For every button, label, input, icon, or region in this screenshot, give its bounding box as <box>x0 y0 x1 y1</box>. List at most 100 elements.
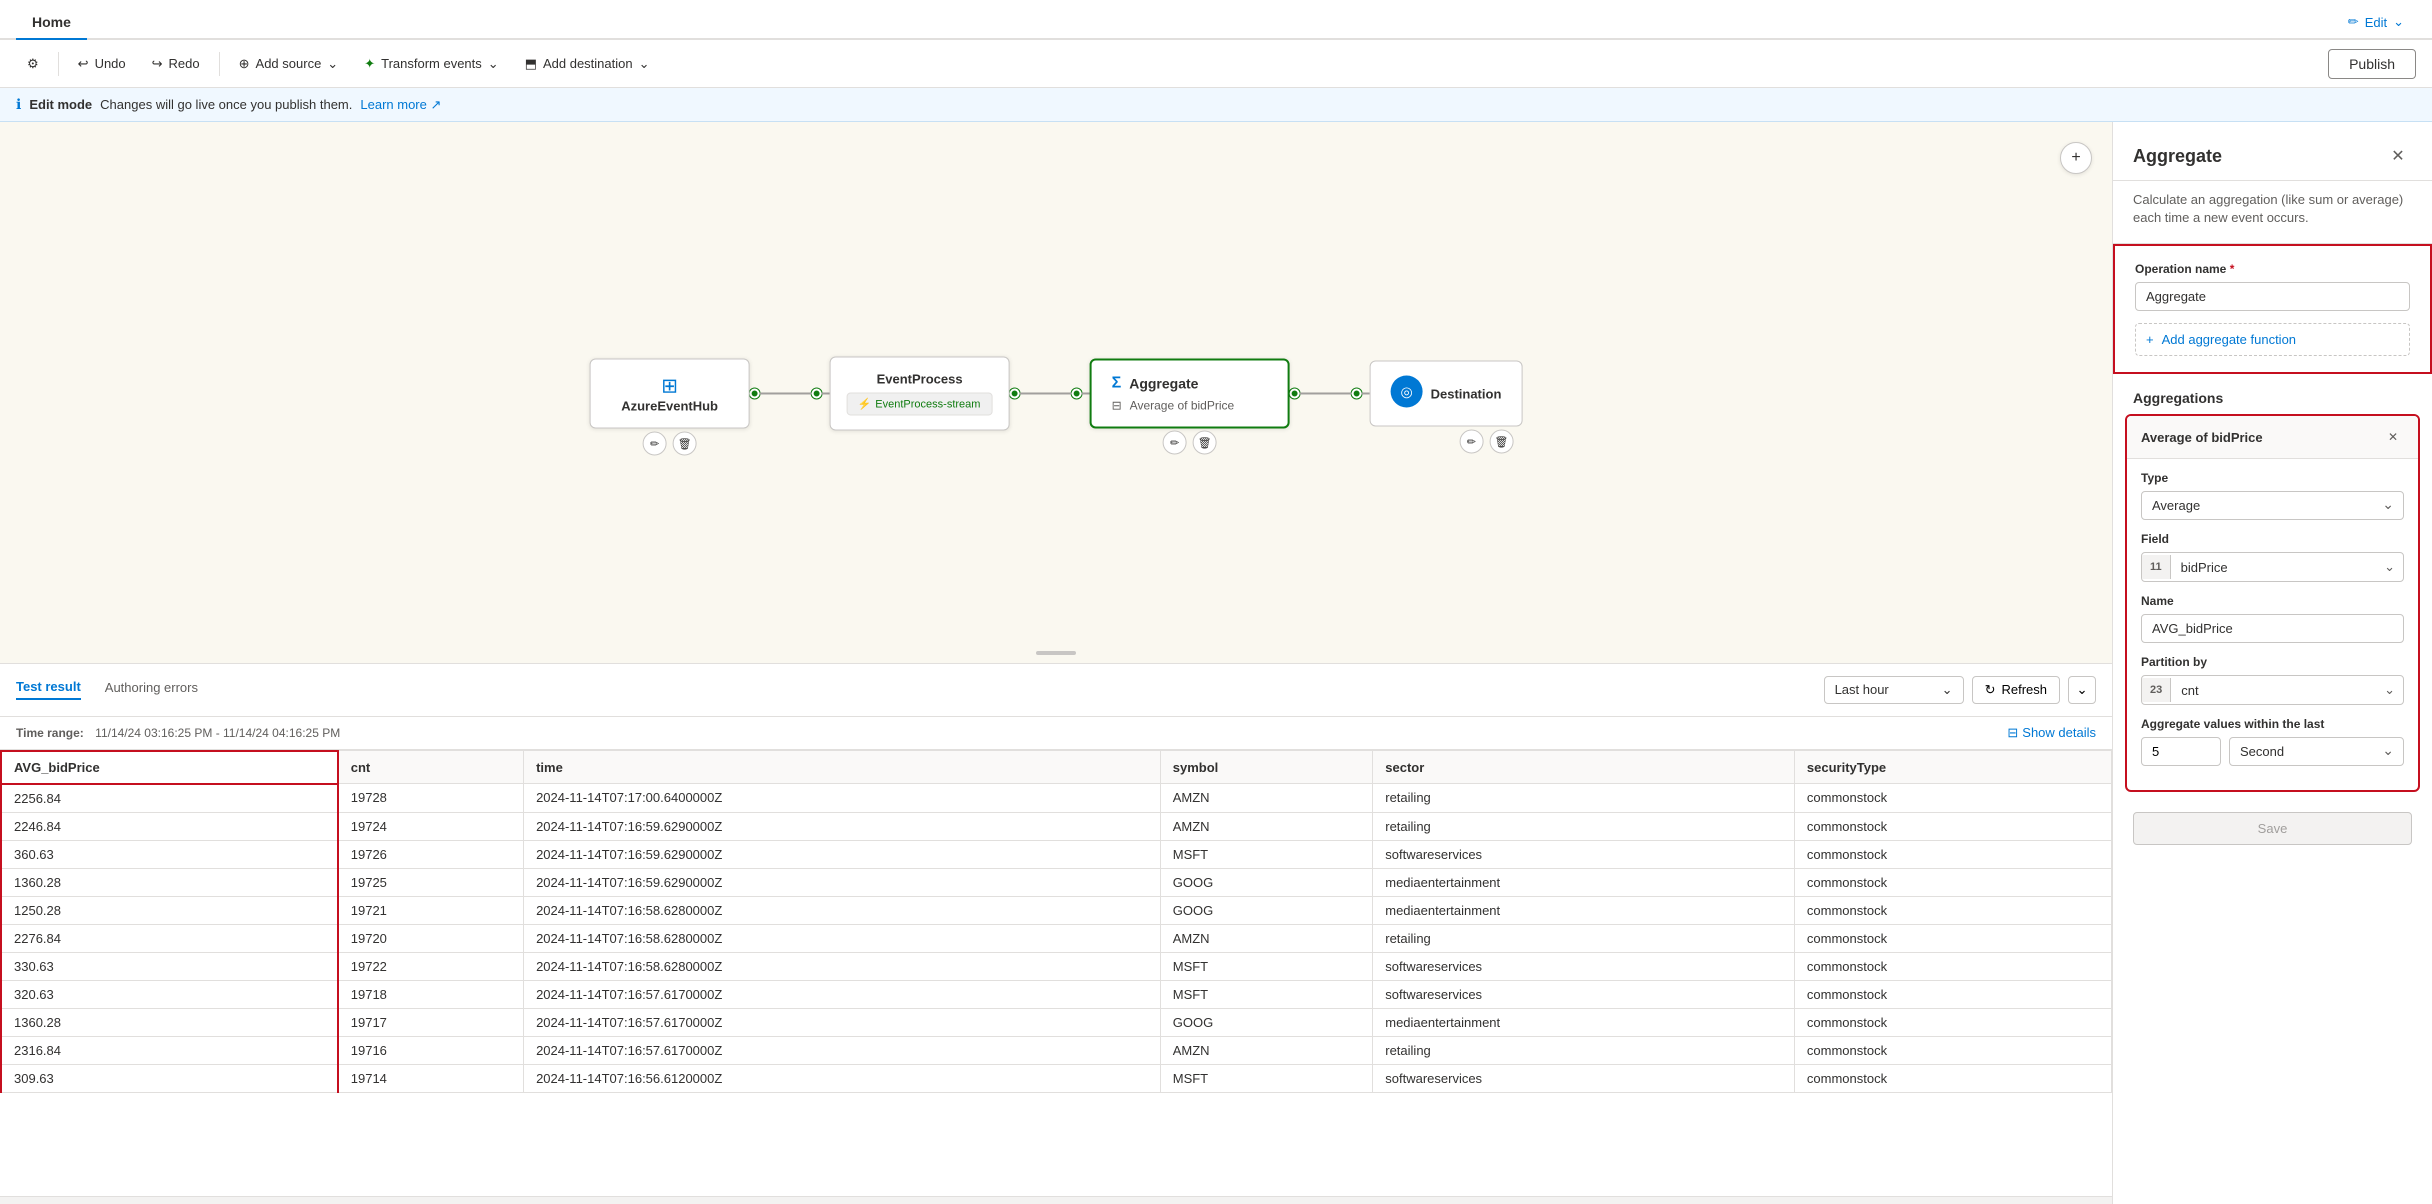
type-group: Type Average Sum Count Min Max <box>2141 471 2404 520</box>
expand-icon: ⌄ <box>2076 682 2087 698</box>
name-input[interactable] <box>2141 614 2404 643</box>
time-range-bar: Time range: 11/14/24 03:16:25 PM - 11/14… <box>0 717 2112 750</box>
show-details-button[interactable]: ⊟ Show details <box>2007 725 2096 741</box>
time-range-select[interactable]: Last hour ⌄ <box>1824 676 1964 704</box>
edit-icon: ✏ <box>2348 14 2359 30</box>
undo-button[interactable]: ↩ Undo <box>67 49 137 79</box>
azure-event-hub-actions: ✏ 🗑 <box>643 432 697 456</box>
connector-dot-1 <box>750 389 760 399</box>
pipeline-canvas[interactable]: ⊞ AzureEventHub ✏ 🗑 EventProcess <box>0 122 2112 663</box>
panel-close-button[interactable]: ✕ <box>2384 142 2412 170</box>
refresh-button[interactable]: ↻ Refresh <box>1972 676 2060 704</box>
refresh-icon: ↻ <box>1985 682 1996 698</box>
transform-events-button[interactable]: ✦ Transform events ⌄ <box>353 49 509 79</box>
time-range-value: 11/14/24 03:16:25 PM - 11/14/24 04:16:25… <box>95 726 340 740</box>
table-row: 2276.84197202024-11-14T07:16:58.6280000Z… <box>1 924 2112 952</box>
connector-line-2 <box>1020 393 1072 395</box>
delete-node-btn[interactable]: 🗑 <box>673 432 697 456</box>
tab-test-result[interactable]: Test result <box>16 679 81 700</box>
transform-chevron-icon: ⌄ <box>488 56 499 72</box>
separator-1 <box>58 52 59 76</box>
agg-card-body: Type Average Sum Count Min Max Field <box>2127 459 2418 790</box>
edit-dest-btn[interactable]: ✏ <box>1459 430 1483 454</box>
event-process-stream-badge: ⚡ EventProcess-stream <box>847 393 993 416</box>
field-input[interactable]: 11 bidPrice ⌄ <box>2141 552 2404 582</box>
type-select[interactable]: Average Sum Count Min Max <box>2141 491 2404 520</box>
within-inputs: Second Minute Hour <box>2141 737 2404 766</box>
node-destination[interactable]: ◎ Destination ✏ 🗑 <box>1370 361 1523 427</box>
publish-button[interactable]: Publish <box>2328 49 2416 79</box>
edit-button[interactable]: ✏ Edit ⌄ <box>2336 6 2416 38</box>
horizontal-scrollbar[interactable] <box>0 1196 2112 1204</box>
edit-node-btn[interactable]: ✏ <box>643 432 667 456</box>
connector-3 <box>1290 389 1370 399</box>
operation-name-section: Operation name * + Add aggregate functio… <box>2113 244 2432 374</box>
edit-chevron-icon: ⌄ <box>2393 14 2404 30</box>
learn-more-link[interactable]: Learn more ↗ <box>360 97 441 113</box>
agg-card-title: Average of bidPrice <box>2141 430 2263 445</box>
col-avg-bid-price: AVG_bidPrice <box>1 751 338 784</box>
within-group: Aggregate values within the last Second … <box>2141 717 2404 766</box>
name-label: Name <box>2141 594 2404 608</box>
node-event-process[interactable]: EventProcess ⚡ EventProcess-stream <box>830 357 1010 431</box>
field-chevron-icon: ⌄ <box>2376 553 2403 581</box>
col-cnt: cnt <box>338 751 524 784</box>
aggregation-card: Average of bidPrice ✕ Type Average Sum C… <box>2125 414 2420 792</box>
edit-aggregate-btn[interactable]: ✏ <box>1163 431 1187 455</box>
agg-card-close-button[interactable]: ✕ <box>2382 426 2404 448</box>
operation-name-label: Operation name * <box>2135 262 2410 276</box>
name-group: Name <box>2141 594 2404 643</box>
table-row: 1360.28197252024-11-14T07:16:59.6290000Z… <box>1 868 2112 896</box>
within-label: Aggregate values within the last <box>2141 717 2404 731</box>
field-value: bidPrice <box>2171 554 2376 581</box>
table-row: 1360.28197172024-11-14T07:16:57.6170000Z… <box>1 1008 2112 1036</box>
tab-home[interactable]: Home <box>16 6 87 40</box>
field-type-icon: 11 <box>2142 555 2171 579</box>
delete-dest-btn[interactable]: 🗑 <box>1489 430 1513 454</box>
col-symbol: symbol <box>1160 751 1373 784</box>
details-icon: ⊟ <box>2007 725 2018 741</box>
data-table-container[interactable]: AVG_bidPrice cnt time symbol sector secu… <box>0 750 2112 1197</box>
transform-icon: ✦ <box>364 56 375 72</box>
add-source-button[interactable]: ⊕ Add source ⌄ <box>228 49 350 79</box>
partition-type-icon: 23 <box>2142 678 2171 702</box>
within-unit-select[interactable]: Second Minute Hour <box>2229 737 2404 766</box>
node-azure-event-hub[interactable]: ⊞ AzureEventHub ✏ 🗑 <box>590 359 750 429</box>
main-toolbar: ⚙ ↩ Undo ↪ Redo ⊕ Add source ⌄ ✦ Transfo… <box>0 40 2432 88</box>
expand-button[interactable]: ⌄ <box>2068 676 2096 704</box>
canvas-add-button[interactable]: + <box>2060 142 2092 174</box>
node-aggregate[interactable]: Σ Aggregate ⊟ Average of bidPrice ✏ 🗑 <box>1090 359 1290 429</box>
col-time: time <box>524 751 1161 784</box>
save-button[interactable]: Save <box>2133 812 2412 845</box>
aggregate-sigma-icon: Σ <box>1112 375 1122 393</box>
separator-2 <box>219 52 220 76</box>
redo-button[interactable]: ↪ Redo <box>141 49 211 79</box>
operation-name-input[interactable] <box>2135 282 2410 311</box>
destination-icon: ◎ <box>1391 376 1423 408</box>
partition-by-input[interactable]: 23 cnt ⌄ <box>2141 675 2404 705</box>
table-header: AVG_bidPrice cnt time symbol sector secu… <box>1 751 2112 784</box>
add-destination-button[interactable]: ⬒ Add destination ⌄ <box>514 49 661 79</box>
table-row: 309.63197142024-11-14T07:16:56.6120000ZM… <box>1 1064 2112 1092</box>
settings-button[interactable]: ⚙ <box>16 49 50 79</box>
time-range-label: Time range: <box>16 726 84 740</box>
table-body: 2256.84197282024-11-14T07:17:00.6400000Z… <box>1 784 2112 1093</box>
canvas-container: ⊞ AzureEventHub ✏ 🗑 EventProcess <box>0 122 2112 1204</box>
type-select-wrapper: Average Sum Count Min Max <box>2141 491 2404 520</box>
connector-line-1 <box>760 393 812 395</box>
table-row: 2316.84197162024-11-14T07:16:57.6170000Z… <box>1 1036 2112 1064</box>
add-func-plus-icon: + <box>2146 332 2154 347</box>
table-row: 330.63197222024-11-14T07:16:58.6280000ZM… <box>1 952 2112 980</box>
tab-authoring-errors[interactable]: Authoring errors <box>105 680 198 699</box>
redo-icon: ↪ <box>152 56 163 72</box>
pipeline-nodes: ⊞ AzureEventHub ✏ 🗑 EventProcess <box>590 357 1523 431</box>
col-security-type: securityType <box>1794 751 2111 784</box>
delete-aggregate-btn[interactable]: 🗑 <box>1193 431 1217 455</box>
test-panel-header: Test result Authoring errors Last hour ⌄… <box>0 664 2112 717</box>
add-aggregate-function-button[interactable]: + Add aggregate function <box>2135 323 2410 356</box>
test-controls: Last hour ⌄ ↻ Refresh ⌄ <box>1824 676 2096 704</box>
table-row: 360.63197262024-11-14T07:16:59.6290000ZM… <box>1 840 2112 868</box>
within-num-input[interactable] <box>2141 737 2221 766</box>
connector-dot-5 <box>1290 389 1300 399</box>
settings-icon: ⚙ <box>27 56 39 72</box>
